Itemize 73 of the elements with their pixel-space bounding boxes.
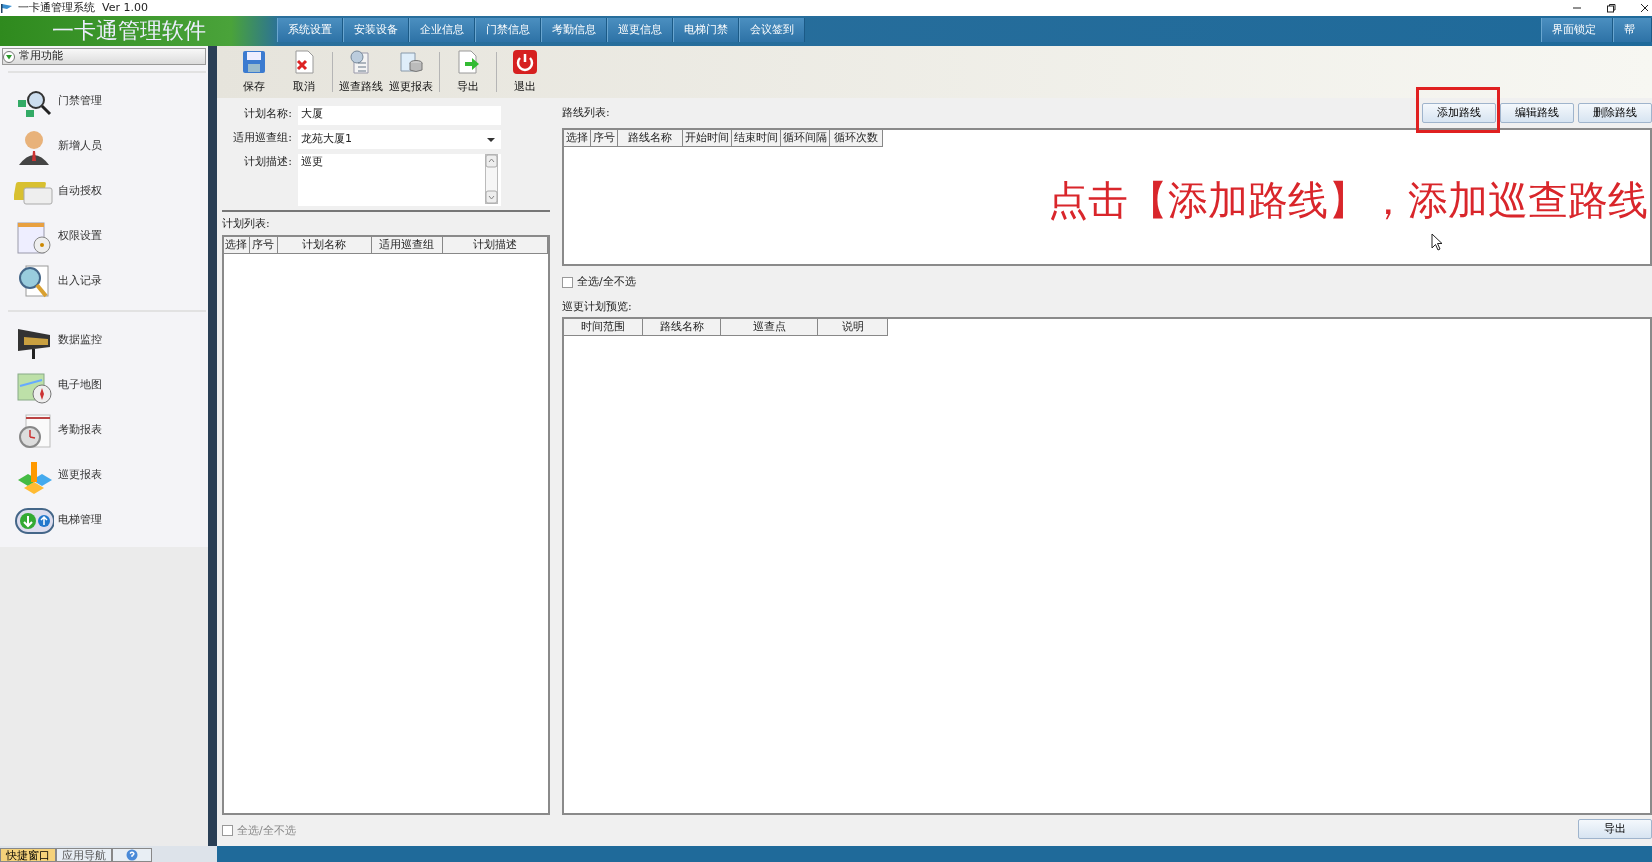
- menu-item[interactable]: 系统设置: [277, 18, 343, 42]
- text-field[interactable]: 大厦: [298, 106, 501, 125]
- menu-item[interactable]: 界面锁定: [1541, 18, 1613, 42]
- menu-item[interactable]: 巡更信息: [607, 18, 673, 42]
- sidebar-item[interactable]: 电梯管理: [14, 500, 102, 541]
- help-icon[interactable]: [125, 849, 139, 861]
- sidebar-header[interactable]: 常用功能: [2, 48, 206, 65]
- menu-item[interactable]: 电梯门禁: [673, 18, 739, 42]
- sidebar-item[interactable]: 新增人员: [14, 126, 102, 167]
- toolbar-button[interactable]: 保存: [229, 48, 279, 96]
- menu-item[interactable]: 会议签到: [739, 18, 805, 42]
- bottom-tab[interactable]: 快捷窗口: [0, 848, 56, 862]
- sidebar-item[interactable]: 巡更报表: [14, 455, 102, 496]
- column-header[interactable]: 结束时间: [732, 130, 781, 147]
- select-all-checkbox[interactable]: 全选/全不选: [562, 274, 1652, 291]
- column-header[interactable]: 路线名称: [618, 130, 683, 147]
- toolbar-button[interactable]: 导出: [443, 48, 493, 96]
- route-button[interactable]: 删除路线: [1578, 103, 1652, 123]
- sidebar-item[interactable]: 电子地图: [14, 365, 102, 406]
- field-label: 适用巡查组:: [232, 130, 293, 146]
- column-header[interactable]: 序号: [249, 236, 278, 254]
- section-label: 巡更计划预览:: [562, 298, 633, 315]
- toolbar-button[interactable]: 退出: [500, 48, 550, 96]
- toolbar-button[interactable]: 巡查路线: [336, 48, 386, 96]
- text-area[interactable]: 巡更: [298, 154, 501, 206]
- menu-item[interactable]: 安装设备: [343, 18, 409, 42]
- window-title: 一卡通管理系统 Ver 1.00: [18, 0, 148, 16]
- scrollbar-icon[interactable]: [485, 154, 498, 204]
- sidebar-item[interactable]: 自动授权: [14, 171, 102, 212]
- sidebar-title: 常用功能: [19, 48, 63, 65]
- section-label: 路线列表:: [562, 104, 610, 121]
- column-header[interactable]: 计划名称: [277, 236, 372, 254]
- sidebar-item[interactable]: 数据监控: [14, 320, 102, 361]
- route-button[interactable]: 添加路线: [1422, 103, 1496, 123]
- column-header[interactable]: 开始时间: [683, 130, 732, 147]
- menu-item[interactable]: 帮: [1613, 18, 1652, 42]
- field-label: 计划名称:: [243, 106, 293, 122]
- column-header[interactable]: 计划描述: [443, 236, 548, 254]
- menu-item[interactable]: 门禁信息: [475, 18, 541, 42]
- toolbar-button[interactable]: 巡更报表: [386, 48, 436, 96]
- app-name: 一卡通管理软件: [51, 17, 207, 45]
- export-button[interactable]: 导出: [1578, 819, 1652, 839]
- column-header[interactable]: 序号: [591, 130, 618, 147]
- column-header[interactable]: 路线名称: [643, 319, 721, 336]
- column-header[interactable]: 巡查点: [721, 319, 818, 336]
- caret-icon: [487, 136, 495, 143]
- sidebar-item[interactable]: 门禁管理: [14, 81, 102, 122]
- annotation-text: 点击【添加路线】，添加巡查路线: [1048, 176, 1648, 225]
- column-header[interactable]: 时间范围: [564, 319, 643, 336]
- app-icon: [0, 2, 14, 14]
- sidebar-item[interactable]: 权限设置: [14, 216, 102, 257]
- column-header[interactable]: 说明: [818, 319, 888, 336]
- sidebar-item[interactable]: 出入记录: [14, 261, 102, 302]
- collapse-icon: [3, 50, 15, 63]
- cursor-icon: [1431, 233, 1443, 251]
- column-header[interactable]: 选择: [224, 236, 250, 254]
- column-header[interactable]: 循环间隔: [781, 130, 830, 147]
- power-icon: [512, 48, 538, 75]
- close-icon[interactable]: [1640, 3, 1648, 13]
- route-button[interactable]: 编辑路线: [1500, 103, 1574, 123]
- dropdown-field[interactable]: 龙苑大厦1: [298, 130, 501, 149]
- field-label: 计划描述:: [243, 154, 293, 170]
- column-header[interactable]: 选择: [564, 130, 591, 147]
- column-header[interactable]: 循环次数: [830, 130, 883, 147]
- document-arrow-icon: [455, 48, 481, 75]
- bottom-tab[interactable]: 应用导航: [56, 848, 112, 862]
- menu-item[interactable]: 考勤信息: [541, 18, 607, 42]
- sidebar-item[interactable]: 考勤报表: [14, 410, 102, 451]
- column-header[interactable]: 适用巡查组: [371, 236, 443, 254]
- menu-item[interactable]: 企业信息: [409, 18, 475, 42]
- section-label: 计划列表:: [222, 216, 271, 232]
- restore-icon[interactable]: [1606, 3, 1616, 13]
- toolbar-button[interactable]: 取消: [279, 48, 329, 96]
